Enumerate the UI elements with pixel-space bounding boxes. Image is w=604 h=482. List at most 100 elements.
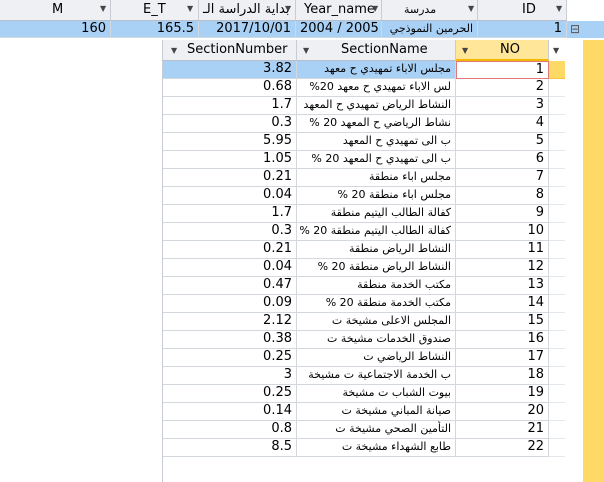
row-selector[interactable] xyxy=(549,97,565,115)
parent-cell-school[interactable]: الحرمين النموذجي xyxy=(382,21,478,38)
sub-cell-section-name[interactable]: ب الى تمهيدي ح المعهد xyxy=(297,133,456,151)
parent-cell-m[interactable]: 160 xyxy=(0,21,111,38)
sub-cell-section-name[interactable]: النشاط الرياض منطقة 20 % xyxy=(297,259,456,277)
row-selector[interactable] xyxy=(549,223,565,241)
row-selector[interactable] xyxy=(549,79,565,97)
chevron-down-icon[interactable]: ▼ xyxy=(553,46,559,55)
col-header-school[interactable]: مدرسة ▼ xyxy=(382,0,478,21)
parent-cell-start[interactable]: 2017/10/01 xyxy=(199,21,296,38)
sub-cell-no[interactable]: 20 xyxy=(456,403,549,421)
col-header-id[interactable]: ID ▼ xyxy=(478,0,567,21)
sub-cell-no[interactable]: 16 xyxy=(456,331,549,349)
sub-cell-no[interactable]: 3 xyxy=(456,97,549,115)
chevron-down-icon[interactable]: ▼ xyxy=(372,4,378,13)
row-selector[interactable] xyxy=(549,349,565,367)
sub-cell-section-number[interactable]: 0.3 xyxy=(163,223,297,241)
sub-cell-no[interactable]: 1 xyxy=(456,61,549,79)
sub-cell-section-name[interactable]: النشاط الرياض منطقة xyxy=(297,241,456,259)
sub-cell-section-name[interactable]: كفالة الطالب اليتيم منطقة xyxy=(297,205,456,223)
sub-cell-section-number[interactable]: 0.21 xyxy=(163,169,297,187)
row-selector[interactable] xyxy=(549,151,565,169)
row-selector[interactable] xyxy=(549,331,565,349)
sub-cell-section-number[interactable]: 0.3 xyxy=(163,115,297,133)
chevron-down-icon[interactable]: ▼ xyxy=(100,4,106,13)
sub-cell-no[interactable]: 14 xyxy=(456,295,549,313)
sub-cell-section-name[interactable]: ب الى تمهيدي ح المعهد 20 % xyxy=(297,151,456,169)
sub-cell-section-name[interactable]: مكتب الخدمة منطقة 20 % xyxy=(297,295,456,313)
sub-cell-section-name[interactable]: النشاط الرياض تمهيدي ح المعهد xyxy=(297,97,456,115)
sub-cell-section-number[interactable]: 3 xyxy=(163,367,297,385)
row-selector[interactable] xyxy=(549,115,565,133)
sub-cell-no[interactable]: 5 xyxy=(456,133,549,151)
row-selector[interactable] xyxy=(549,367,565,385)
sub-header-selector-corner[interactable]: ▼ xyxy=(549,40,565,61)
chevron-down-icon[interactable]: ▼ xyxy=(556,4,562,13)
sub-col-header-no[interactable]: ▼ NO xyxy=(456,40,549,61)
row-selector[interactable] xyxy=(549,187,565,205)
chevron-down-icon[interactable]: ▼ xyxy=(462,46,468,55)
sub-cell-no[interactable]: 8 xyxy=(456,187,549,205)
sub-cell-section-number[interactable]: 2.12 xyxy=(163,313,297,331)
chevron-down-icon[interactable]: ▼ xyxy=(187,4,193,13)
vertical-scrollbar[interactable] xyxy=(583,40,604,482)
row-selector[interactable] xyxy=(549,277,565,295)
sub-cell-section-number[interactable]: 0.09 xyxy=(163,295,297,313)
sub-cell-section-number[interactable]: 0.21 xyxy=(163,241,297,259)
chevron-down-icon[interactable]: ▼ xyxy=(171,46,177,55)
chevron-down-icon[interactable]: ▼ xyxy=(303,46,309,55)
sub-cell-section-name[interactable]: صندوق الخدمات مشيخة ت xyxy=(297,331,456,349)
row-selector[interactable] xyxy=(549,205,565,223)
sub-cell-section-number[interactable]: 0.04 xyxy=(163,259,297,277)
sub-cell-section-number[interactable]: 0.8 xyxy=(163,421,297,439)
row-selector[interactable] xyxy=(549,421,565,439)
sub-cell-no[interactable]: 9 xyxy=(456,205,549,223)
row-selector[interactable] xyxy=(549,313,565,331)
row-selector[interactable] xyxy=(549,403,565,421)
sub-cell-no[interactable]: 22 xyxy=(456,439,549,457)
row-selector[interactable] xyxy=(549,169,565,187)
sub-cell-section-number[interactable]: 0.38 xyxy=(163,331,297,349)
sub-cell-section-name[interactable]: التأمين الصحي مشيخة ت xyxy=(297,421,456,439)
sub-cell-no[interactable]: 12 xyxy=(456,259,549,277)
sub-col-header-section-number[interactable]: ▼ SectionNumber xyxy=(163,40,297,61)
sub-cell-section-number[interactable]: 0.25 xyxy=(163,385,297,403)
row-selector[interactable] xyxy=(549,61,565,79)
row-selector[interactable] xyxy=(549,259,565,277)
sub-cell-section-name[interactable]: لس الاباء تمهيدي ح معهد 20% xyxy=(297,79,456,97)
sub-cell-section-name[interactable]: مجلس اباء منطقة xyxy=(297,169,456,187)
sub-cell-section-name[interactable]: مكتب الخدمة منطقة xyxy=(297,277,456,295)
chevron-down-icon[interactable]: ▼ xyxy=(468,4,474,13)
sub-col-header-section-name[interactable]: ▼ SectionName xyxy=(297,40,456,61)
sub-cell-section-number[interactable]: 1.7 xyxy=(163,205,297,223)
row-selector[interactable] xyxy=(549,241,565,259)
sub-cell-no[interactable]: 7 xyxy=(456,169,549,187)
row-selector[interactable] xyxy=(549,133,565,151)
row-selector[interactable] xyxy=(549,385,565,403)
sub-cell-no[interactable]: 15 xyxy=(456,313,549,331)
sub-cell-section-name[interactable]: مجلس الاباء تمهيدي ح معهد xyxy=(297,61,456,79)
parent-cell-id[interactable]: 1 xyxy=(478,21,567,38)
sub-cell-no[interactable]: 21 xyxy=(456,421,549,439)
sub-cell-section-number[interactable]: 1.7 xyxy=(163,97,297,115)
sub-cell-no[interactable]: 11 xyxy=(456,241,549,259)
sub-cell-section-number[interactable]: 0.25 xyxy=(163,349,297,367)
sub-cell-section-name[interactable]: كفالة الطالب اليتيم منطقة 20 % xyxy=(297,223,456,241)
parent-cell-et[interactable]: 165.5 xyxy=(111,21,199,38)
sub-cell-section-name[interactable]: المجلس الاعلى مشيخة ت xyxy=(297,313,456,331)
chevron-down-icon[interactable]: ▼ xyxy=(285,4,291,13)
sub-cell-section-name[interactable]: النشاط الرياضي ت xyxy=(297,349,456,367)
sub-cell-no[interactable]: 19 xyxy=(456,385,549,403)
sub-cell-section-name[interactable]: طابع الشهداء مشيخة ت xyxy=(297,439,456,457)
sub-cell-section-name[interactable]: بيوت الشباب ت مشيخة xyxy=(297,385,456,403)
col-header-et[interactable]: E_T ▼ xyxy=(111,0,199,21)
sub-cell-section-number[interactable]: 0.04 xyxy=(163,187,297,205)
sub-cell-no[interactable]: 13 xyxy=(456,277,549,295)
col-header-year[interactable]: Year_name ▼ xyxy=(296,0,382,21)
sub-cell-section-number[interactable]: 0.14 xyxy=(163,403,297,421)
col-header-m[interactable]: M ▼ xyxy=(0,0,111,21)
sub-cell-section-number[interactable]: 0.47 xyxy=(163,277,297,295)
sub-cell-section-number[interactable]: 1.05 xyxy=(163,151,297,169)
sub-cell-section-name[interactable]: ب الخدمة الاجتماعية ت مشيخة xyxy=(297,367,456,385)
row-selector[interactable] xyxy=(549,295,565,313)
parent-cell-year[interactable]: 2004 / 2005 xyxy=(296,21,382,38)
